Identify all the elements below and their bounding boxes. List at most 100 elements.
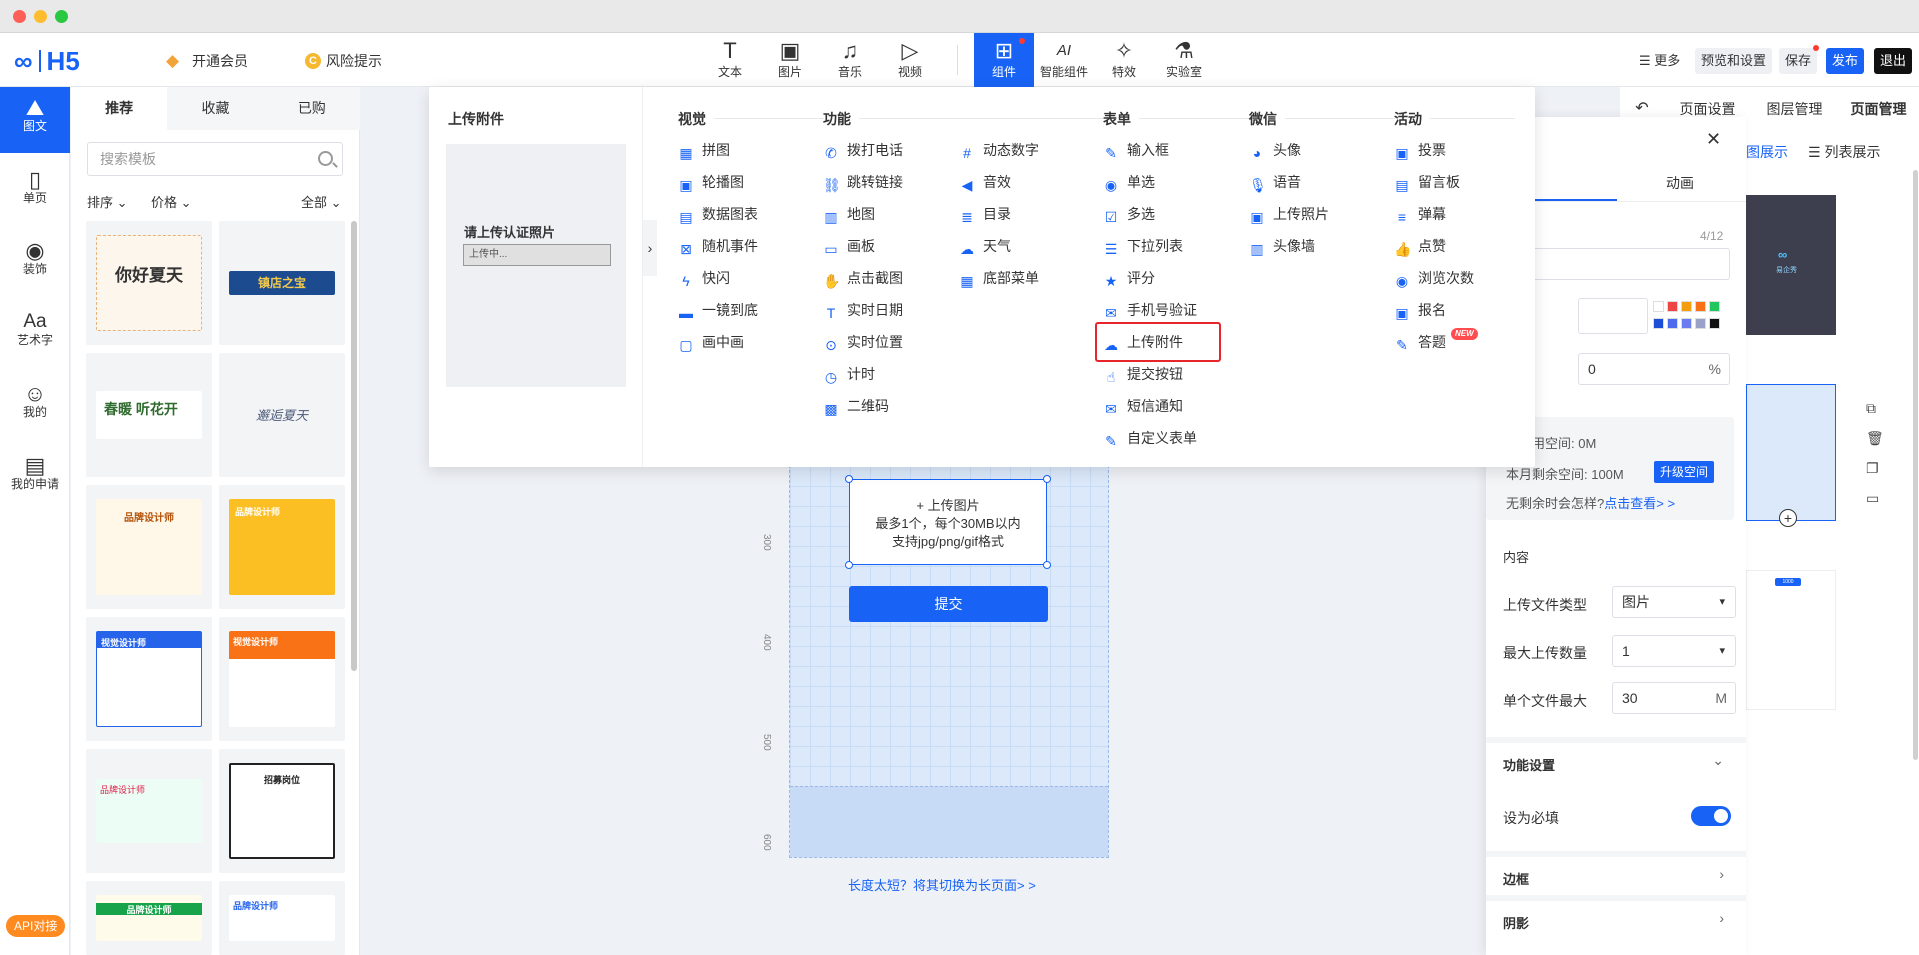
color-swatch[interactable] bbox=[1695, 318, 1706, 329]
color-swatch[interactable] bbox=[1709, 301, 1720, 312]
resize-handle[interactable] bbox=[1043, 475, 1051, 483]
component-checkbox[interactable]: ☑ 多选 bbox=[1103, 203, 1155, 225]
cover-page-thumb[interactable]: ∞ 易企秀 bbox=[1746, 195, 1836, 335]
component-flash[interactable]: ϟ 快闪 bbox=[678, 267, 730, 289]
list-view-toggle[interactable]: ☰ 列表展示 bbox=[1808, 142, 1880, 162]
component-avatar[interactable]: ◕ 头像 bbox=[1249, 139, 1301, 161]
color-picker[interactable] bbox=[1578, 298, 1648, 334]
tool-effects[interactable]: ✧ 特效 bbox=[1094, 33, 1154, 87]
delete-icon[interactable]: 🗑 bbox=[1866, 430, 1886, 460]
grid-view-toggle[interactable]: 图展示 bbox=[1746, 142, 1788, 162]
component-custom-form[interactable]: ✎ 自定义表单 bbox=[1103, 427, 1197, 449]
component-signup[interactable]: ▣ 报名 bbox=[1394, 299, 1446, 321]
color-swatch[interactable] bbox=[1667, 318, 1678, 329]
border-section[interactable]: 边框 › bbox=[1486, 851, 1746, 895]
right-scrollbar[interactable] bbox=[1913, 170, 1918, 760]
component-one-shot[interactable]: ▬ 一镜到底 bbox=[678, 299, 758, 321]
component-map[interactable]: ▥ 地图 bbox=[823, 203, 875, 225]
tool-lab[interactable]: ⚗ 实验室 bbox=[1154, 33, 1214, 87]
risk-tip-button[interactable]: C 风险提示 bbox=[305, 51, 382, 71]
close-window-button[interactable] bbox=[13, 10, 26, 23]
component-vote[interactable]: ▣ 投票 bbox=[1394, 139, 1446, 161]
template-thumb[interactable]: 镇店之宝 bbox=[219, 221, 345, 345]
template-thumb[interactable]: 品牌设计师 bbox=[219, 485, 345, 609]
color-swatch[interactable] bbox=[1653, 318, 1664, 329]
tool-component[interactable]: ⊞ 组件 bbox=[974, 33, 1034, 87]
sort-dropdown[interactable]: 排序 ⌄ bbox=[87, 192, 128, 211]
color-swatch[interactable] bbox=[1667, 301, 1678, 312]
api-connect-button[interactable]: API对接 bbox=[6, 915, 66, 937]
nav-item-single-page[interactable]: ▯ 单页 bbox=[0, 159, 70, 225]
component-avatar-wall[interactable]: ▥ 头像墙 bbox=[1249, 235, 1315, 257]
copy-icon[interactable]: ⧉ bbox=[1866, 400, 1886, 430]
component-timer[interactable]: ◷ 计时 bbox=[823, 363, 875, 385]
exit-button[interactable]: 退出 bbox=[1874, 48, 1913, 74]
chevron-right-icon[interactable]: › bbox=[643, 220, 657, 276]
template-thumb[interactable]: 邂逅夏天 bbox=[219, 353, 345, 477]
search-icon[interactable] bbox=[318, 151, 333, 166]
component-carousel[interactable]: ▣ 轮播图 bbox=[678, 171, 744, 193]
nav-item-mine[interactable]: ☺ 我的 bbox=[0, 373, 70, 439]
minimize-window-button[interactable] bbox=[34, 10, 47, 23]
folder-icon[interactable]: ▭ bbox=[1866, 490, 1886, 520]
component-input[interactable]: ✎ 输入框 bbox=[1103, 139, 1169, 161]
component-live-location[interactable]: ⊙ 实时位置 bbox=[823, 331, 903, 353]
nav-item-decoration[interactable]: ◉ 装饰 bbox=[0, 230, 70, 296]
component-screenshot[interactable]: ✋ 点击截图 bbox=[823, 267, 903, 289]
shadow-section[interactable]: 阴影 › bbox=[1486, 895, 1746, 939]
nav-item-my-applications[interactable]: ▤ 我的申请 bbox=[0, 445, 70, 511]
tool-image[interactable]: ▣ 图片 bbox=[760, 33, 820, 87]
resize-handle[interactable] bbox=[1043, 561, 1051, 569]
required-toggle[interactable] bbox=[1691, 806, 1731, 826]
resize-handle[interactable] bbox=[845, 561, 853, 569]
tool-music[interactable]: ♫ 音乐 bbox=[820, 33, 880, 87]
component-radio[interactable]: ◉ 单选 bbox=[1103, 171, 1155, 193]
selected-page-thumb[interactable] bbox=[1746, 384, 1836, 521]
publish-button[interactable]: 发布 bbox=[1826, 48, 1865, 74]
component-dropdown-list[interactable]: ☰ 下拉列表 bbox=[1103, 235, 1183, 257]
nav-item-graphic[interactable]: ⛰ 图文 bbox=[0, 87, 70, 153]
function-settings-section[interactable]: 功能设置 ⌄ bbox=[1486, 737, 1746, 781]
view-details-link[interactable]: 点击查看> > bbox=[1604, 496, 1675, 511]
component-live-date[interactable]: T 实时日期 bbox=[823, 299, 903, 321]
tool-smart-component[interactable]: AI 智能组件 bbox=[1034, 33, 1094, 87]
template-thumb[interactable]: 春暖 听花开 bbox=[86, 353, 212, 477]
component-view-count[interactable]: ◉ 浏览次数 bbox=[1394, 267, 1474, 289]
template-thumb[interactable]: 品牌设计师 bbox=[86, 485, 212, 609]
color-swatch[interactable] bbox=[1681, 318, 1692, 329]
component-puzzle[interactable]: ▦ 拼图 bbox=[678, 139, 730, 161]
all-dropdown[interactable]: 全部 ⌄ bbox=[301, 192, 342, 211]
component-phone-call[interactable]: ✆ 拨打电话 bbox=[823, 139, 903, 161]
template-thumb[interactable]: 视觉设计师 bbox=[219, 617, 345, 741]
app-logo[interactable]: ∞ H5 bbox=[14, 46, 80, 76]
component-catalog[interactable]: ≣ 目录 bbox=[959, 203, 1011, 225]
template-thumb[interactable]: 品牌设计师 bbox=[219, 881, 345, 955]
preview-settings-button[interactable]: 预览和设置 bbox=[1695, 48, 1773, 74]
resize-handle[interactable] bbox=[845, 475, 853, 483]
component-weather[interactable]: ☁ 天气 bbox=[959, 235, 1011, 257]
max-size-input[interactable]: 30 M bbox=[1612, 682, 1736, 714]
template-thumb[interactable]: 品牌设计师 bbox=[86, 749, 212, 873]
add-page-button[interactable]: + bbox=[1779, 509, 1797, 527]
component-qr-code[interactable]: ▩ 二维码 bbox=[823, 395, 889, 417]
component-drawing-board[interactable]: ▭ 画板 bbox=[823, 235, 875, 257]
tab-purchased[interactable]: 已购 bbox=[264, 87, 360, 130]
component-quiz[interactable]: ✎ 答题 bbox=[1394, 331, 1446, 353]
component-voice[interactable]: 🎙 语音 bbox=[1249, 171, 1301, 193]
component-upload-photo[interactable]: ▣ 上传照片 bbox=[1249, 203, 1329, 225]
max-count-select[interactable]: 1 bbox=[1612, 635, 1736, 667]
component-barrage[interactable]: ≡ 弹幕 bbox=[1394, 203, 1446, 225]
maximize-window-button[interactable] bbox=[55, 10, 68, 23]
component-link[interactable]: ⛓ 跳转链接 bbox=[823, 171, 903, 193]
save-button[interactable]: 保存 bbox=[1779, 45, 1820, 74]
page-thumb[interactable]: 1000 bbox=[1746, 570, 1836, 710]
component-sms-notify[interactable]: ✉ 短信通知 bbox=[1103, 395, 1183, 417]
template-thumb[interactable]: 视觉设计师 bbox=[86, 617, 212, 741]
tab-page-manager[interactable]: 页面管理 bbox=[1838, 93, 1919, 125]
upload-image-component[interactable]: + 上传图片 最多1个，每个30MB以内 支持jpg/png/gif格式 bbox=[849, 479, 1047, 565]
component-rating[interactable]: ★ 评分 bbox=[1103, 267, 1155, 289]
upgrade-space-button[interactable]: 升级空间 bbox=[1654, 461, 1715, 483]
template-scrollbar[interactable] bbox=[351, 221, 357, 671]
close-icon[interactable]: ✕ bbox=[1706, 129, 1721, 150]
template-thumb[interactable]: 品牌设计师 bbox=[86, 881, 212, 955]
